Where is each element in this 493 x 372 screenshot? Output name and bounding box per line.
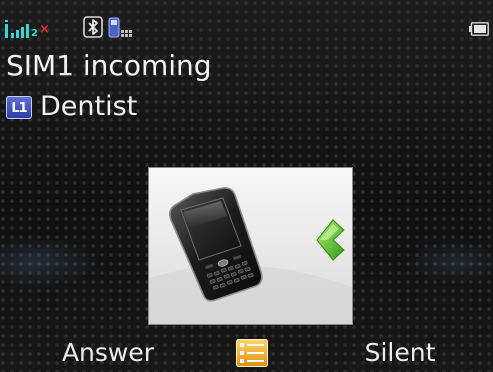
- softkey-bar: Answer Silent: [0, 333, 493, 372]
- phone-keypad-icon: [108, 17, 132, 38]
- bluetooth-icon: [83, 16, 103, 38]
- caller-picture: [148, 167, 353, 325]
- green-arrow-left-icon: [316, 219, 345, 261]
- answer-softkey[interactable]: Answer: [48, 337, 168, 369]
- signal-sim-number: 2: [31, 28, 38, 39]
- call-status-text: SIM1 incoming: [6, 49, 212, 82]
- line-badge: L1: [6, 95, 32, 119]
- incoming-call-screen: 2 × SIM1 incoming L1 Dentist Answer Sile…: [0, 0, 493, 372]
- silent-softkey[interactable]: Silent: [340, 337, 460, 369]
- status-bar: 2 ×: [0, 0, 493, 44]
- battery-icon: [469, 22, 489, 36]
- contact-name: Dentist: [40, 91, 138, 122]
- no-service-x-icon: ×: [39, 22, 50, 37]
- menu-list-icon[interactable]: [236, 339, 268, 367]
- contact-row: L1 Dentist: [6, 90, 137, 124]
- signal-strength-icon: 2: [5, 20, 38, 39]
